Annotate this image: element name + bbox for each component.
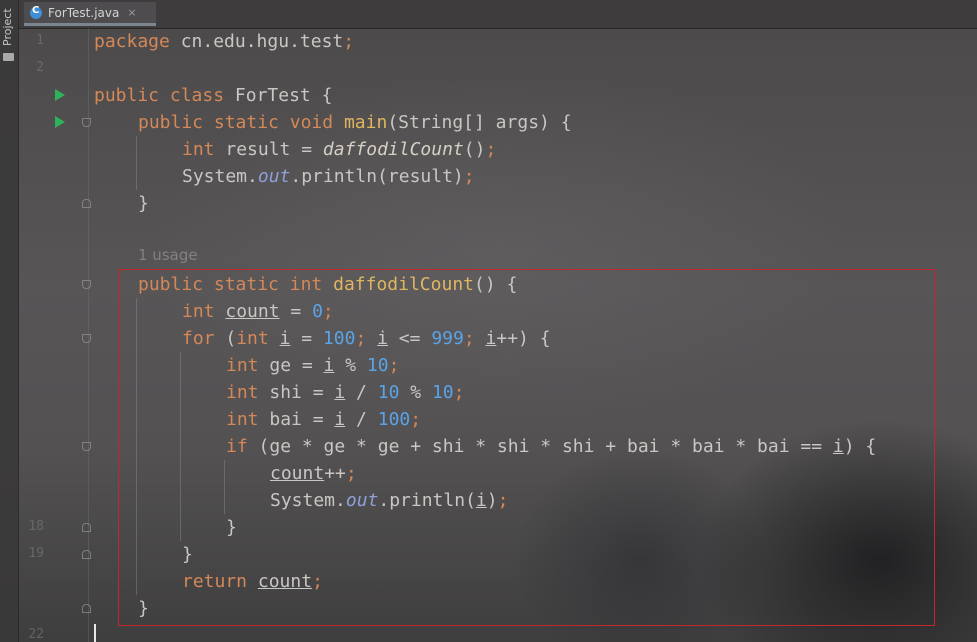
project-tool-button[interactable]: Project (1, 6, 17, 48)
code-line-7[interactable]: } (138, 190, 149, 217)
fold-icon[interactable] (82, 199, 91, 208)
code-line-5[interactable]: int result = daffodilCount(); (182, 136, 496, 163)
fold-icon[interactable] (82, 280, 91, 289)
keyword: int (182, 139, 215, 160)
brace: } (138, 193, 149, 214)
fold-icon[interactable] (82, 118, 91, 127)
fold-icon[interactable] (82, 550, 91, 559)
line-number: 19 (28, 546, 44, 561)
static-field: out (257, 166, 291, 187)
method-name: main (343, 112, 388, 133)
folder-icon[interactable] (3, 53, 14, 61)
code-line-6[interactable]: System.out.println(result); (182, 163, 475, 190)
fold-icon[interactable] (82, 334, 91, 343)
keyword: void (289, 112, 334, 133)
fold-icon[interactable] (82, 523, 91, 532)
tab-label: ForTest.java (48, 5, 120, 20)
code-text: System. (182, 166, 258, 187)
run-main-icon[interactable] (55, 116, 65, 128)
line-number: 2 (36, 60, 44, 75)
line-number: 1 (36, 33, 44, 48)
keyword: public (94, 85, 160, 106)
highlight-rectangle (118, 269, 935, 626)
keyword: class (169, 85, 225, 106)
editor-tab-bar: ForTest.java × (19, 0, 977, 29)
run-class-icon[interactable] (55, 89, 65, 101)
code-text: .println(result) (290, 166, 464, 187)
line-number: 22 (28, 627, 44, 642)
code-text: result = (214, 139, 323, 160)
class-declaration: ForTest { (224, 85, 333, 106)
line-number: 18 (28, 519, 44, 534)
usage-hint[interactable]: 1 usage (138, 246, 198, 264)
keyword: package (94, 31, 170, 52)
java-class-icon (30, 5, 42, 19)
code-line-4[interactable]: public static void main(String[] args) { (138, 109, 572, 136)
fold-icon[interactable] (82, 604, 91, 613)
fold-icon[interactable] (82, 442, 91, 451)
indent-guide (136, 136, 137, 190)
code-line-1[interactable]: package cn.edu.hgu.test; (94, 28, 354, 55)
text-cursor (94, 624, 96, 642)
tab-fortest-java[interactable]: ForTest.java × (24, 2, 156, 26)
semicolon: ; (485, 139, 497, 160)
semicolon: ; (463, 166, 475, 187)
package-name: cn.edu.hgu.test (169, 31, 344, 52)
semicolon: ; (343, 31, 355, 52)
method-call: daffodilCount (322, 139, 464, 160)
code-text: () (463, 139, 486, 160)
keyword: public (138, 112, 204, 133)
code-line-3[interactable]: public class ForTest { (94, 82, 332, 109)
tool-window-strip: Project (0, 0, 19, 642)
keyword: static (213, 112, 279, 133)
close-icon[interactable]: × (127, 6, 136, 19)
method-params: (String[] args) { (387, 112, 572, 133)
